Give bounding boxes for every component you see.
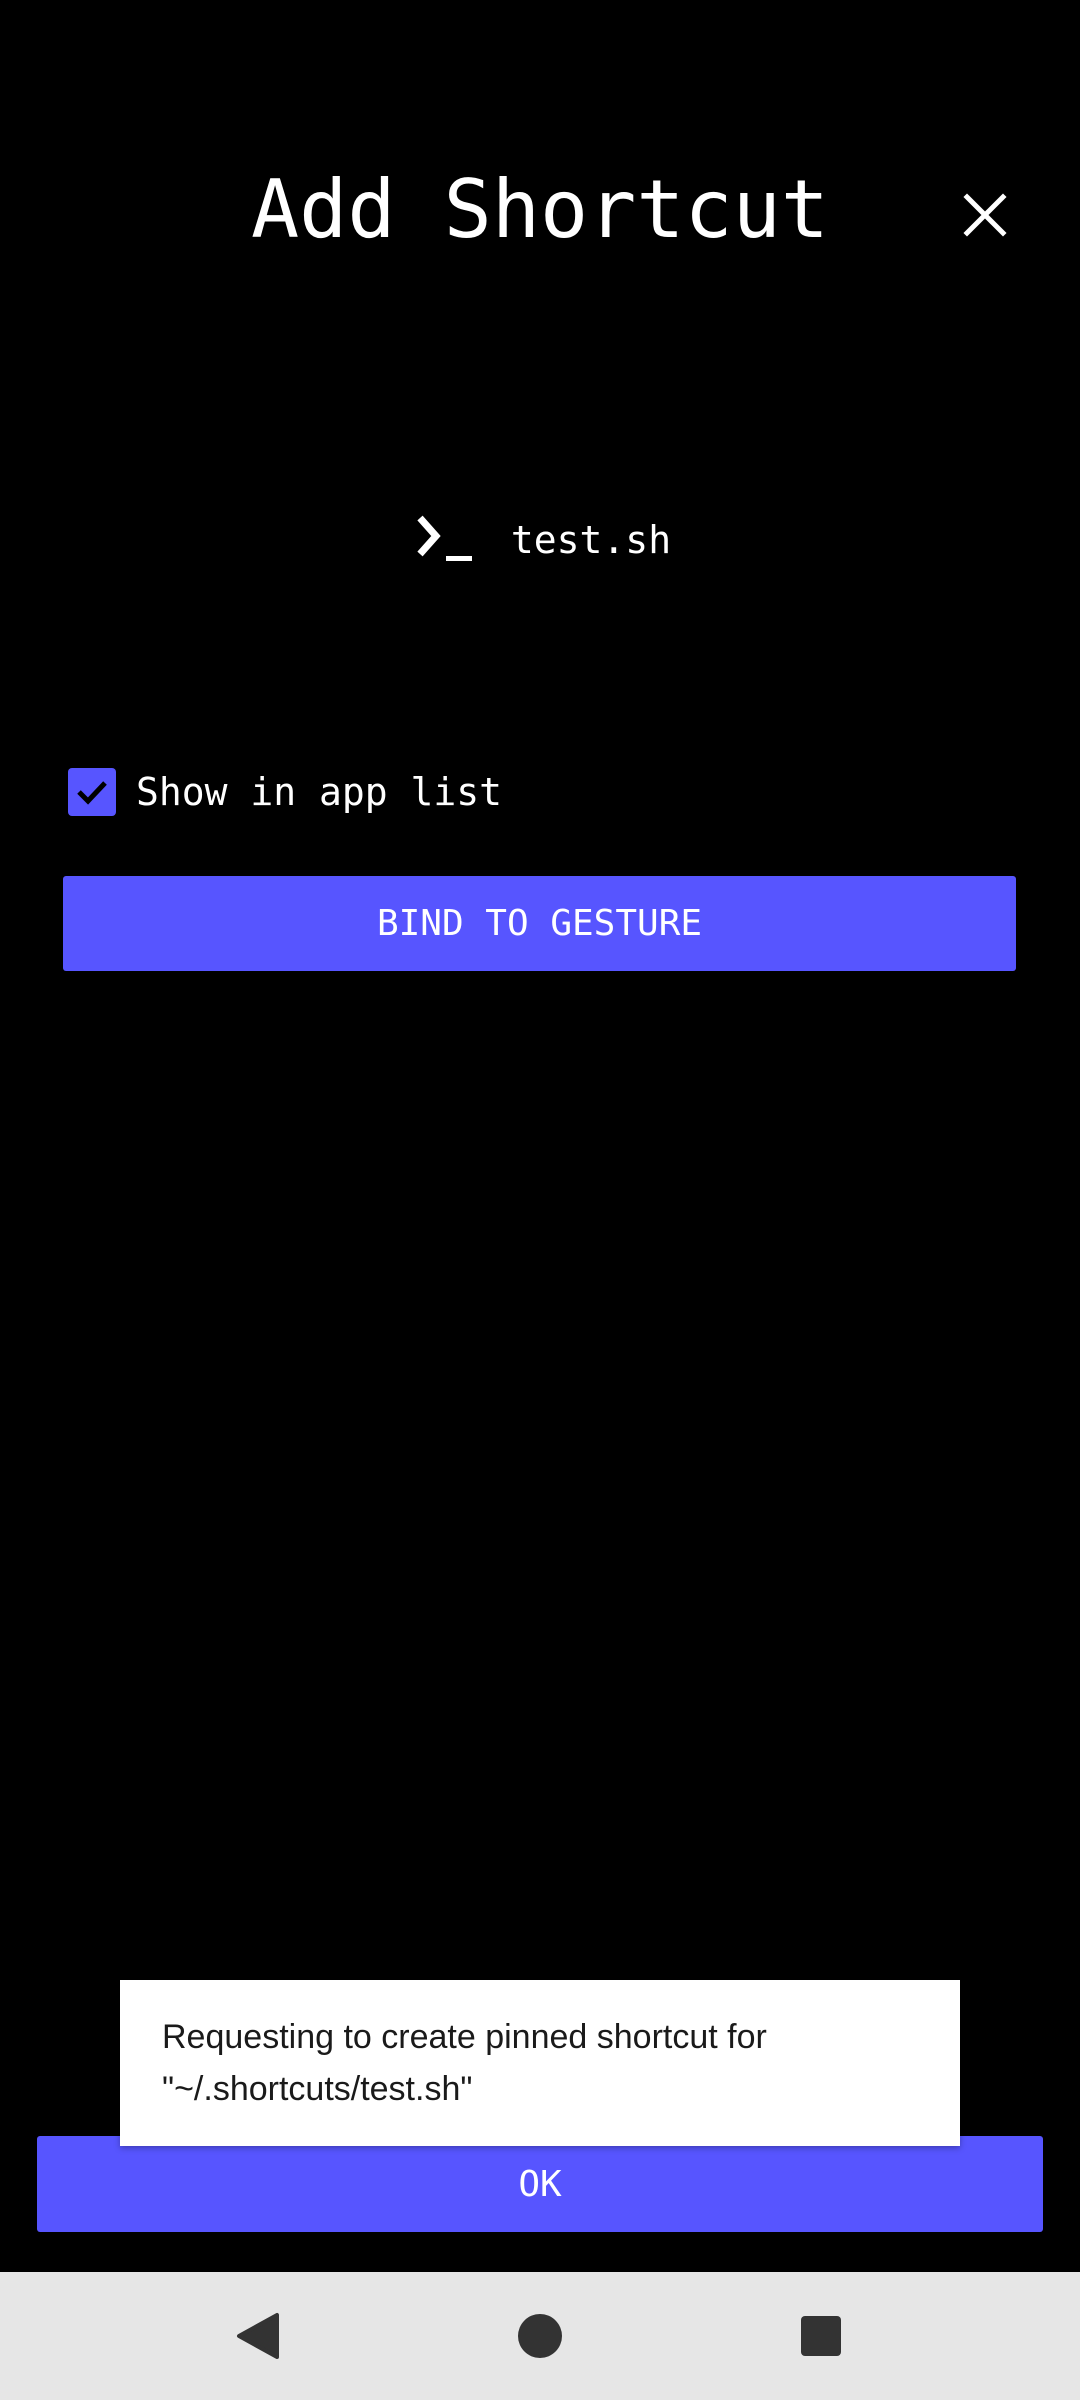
terminal-icon bbox=[409, 505, 479, 575]
ok-button[interactable]: OK bbox=[37, 2136, 1043, 2232]
toast-notification: Requesting to create pinned shortcut for… bbox=[120, 1980, 960, 2146]
show-in-app-list-label: Show in app list bbox=[136, 770, 503, 814]
close-button[interactable] bbox=[940, 170, 1030, 260]
dialog-title: Add Shortcut bbox=[251, 163, 829, 256]
back-triangle-icon bbox=[237, 2313, 279, 2359]
show-in-app-list-checkbox[interactable] bbox=[68, 768, 116, 816]
checkmark-icon bbox=[77, 781, 107, 805]
shortcut-name: test.sh bbox=[510, 518, 672, 562]
navigation-bar bbox=[0, 2272, 1080, 2400]
nav-recents-button[interactable] bbox=[771, 2292, 871, 2380]
recents-square-icon bbox=[801, 2316, 841, 2356]
close-icon bbox=[963, 193, 1007, 237]
nav-home-button[interactable] bbox=[490, 2292, 590, 2380]
show-in-app-list-option[interactable]: Show in app list bbox=[68, 762, 502, 822]
shortcut-preview: test.sh bbox=[0, 505, 1080, 575]
nav-back-button[interactable] bbox=[208, 2292, 308, 2380]
home-circle-icon bbox=[518, 2314, 562, 2358]
bind-to-gesture-button[interactable]: BIND TO GESTURE bbox=[63, 876, 1016, 971]
toast-message: Requesting to create pinned shortcut for… bbox=[162, 2018, 767, 2108]
